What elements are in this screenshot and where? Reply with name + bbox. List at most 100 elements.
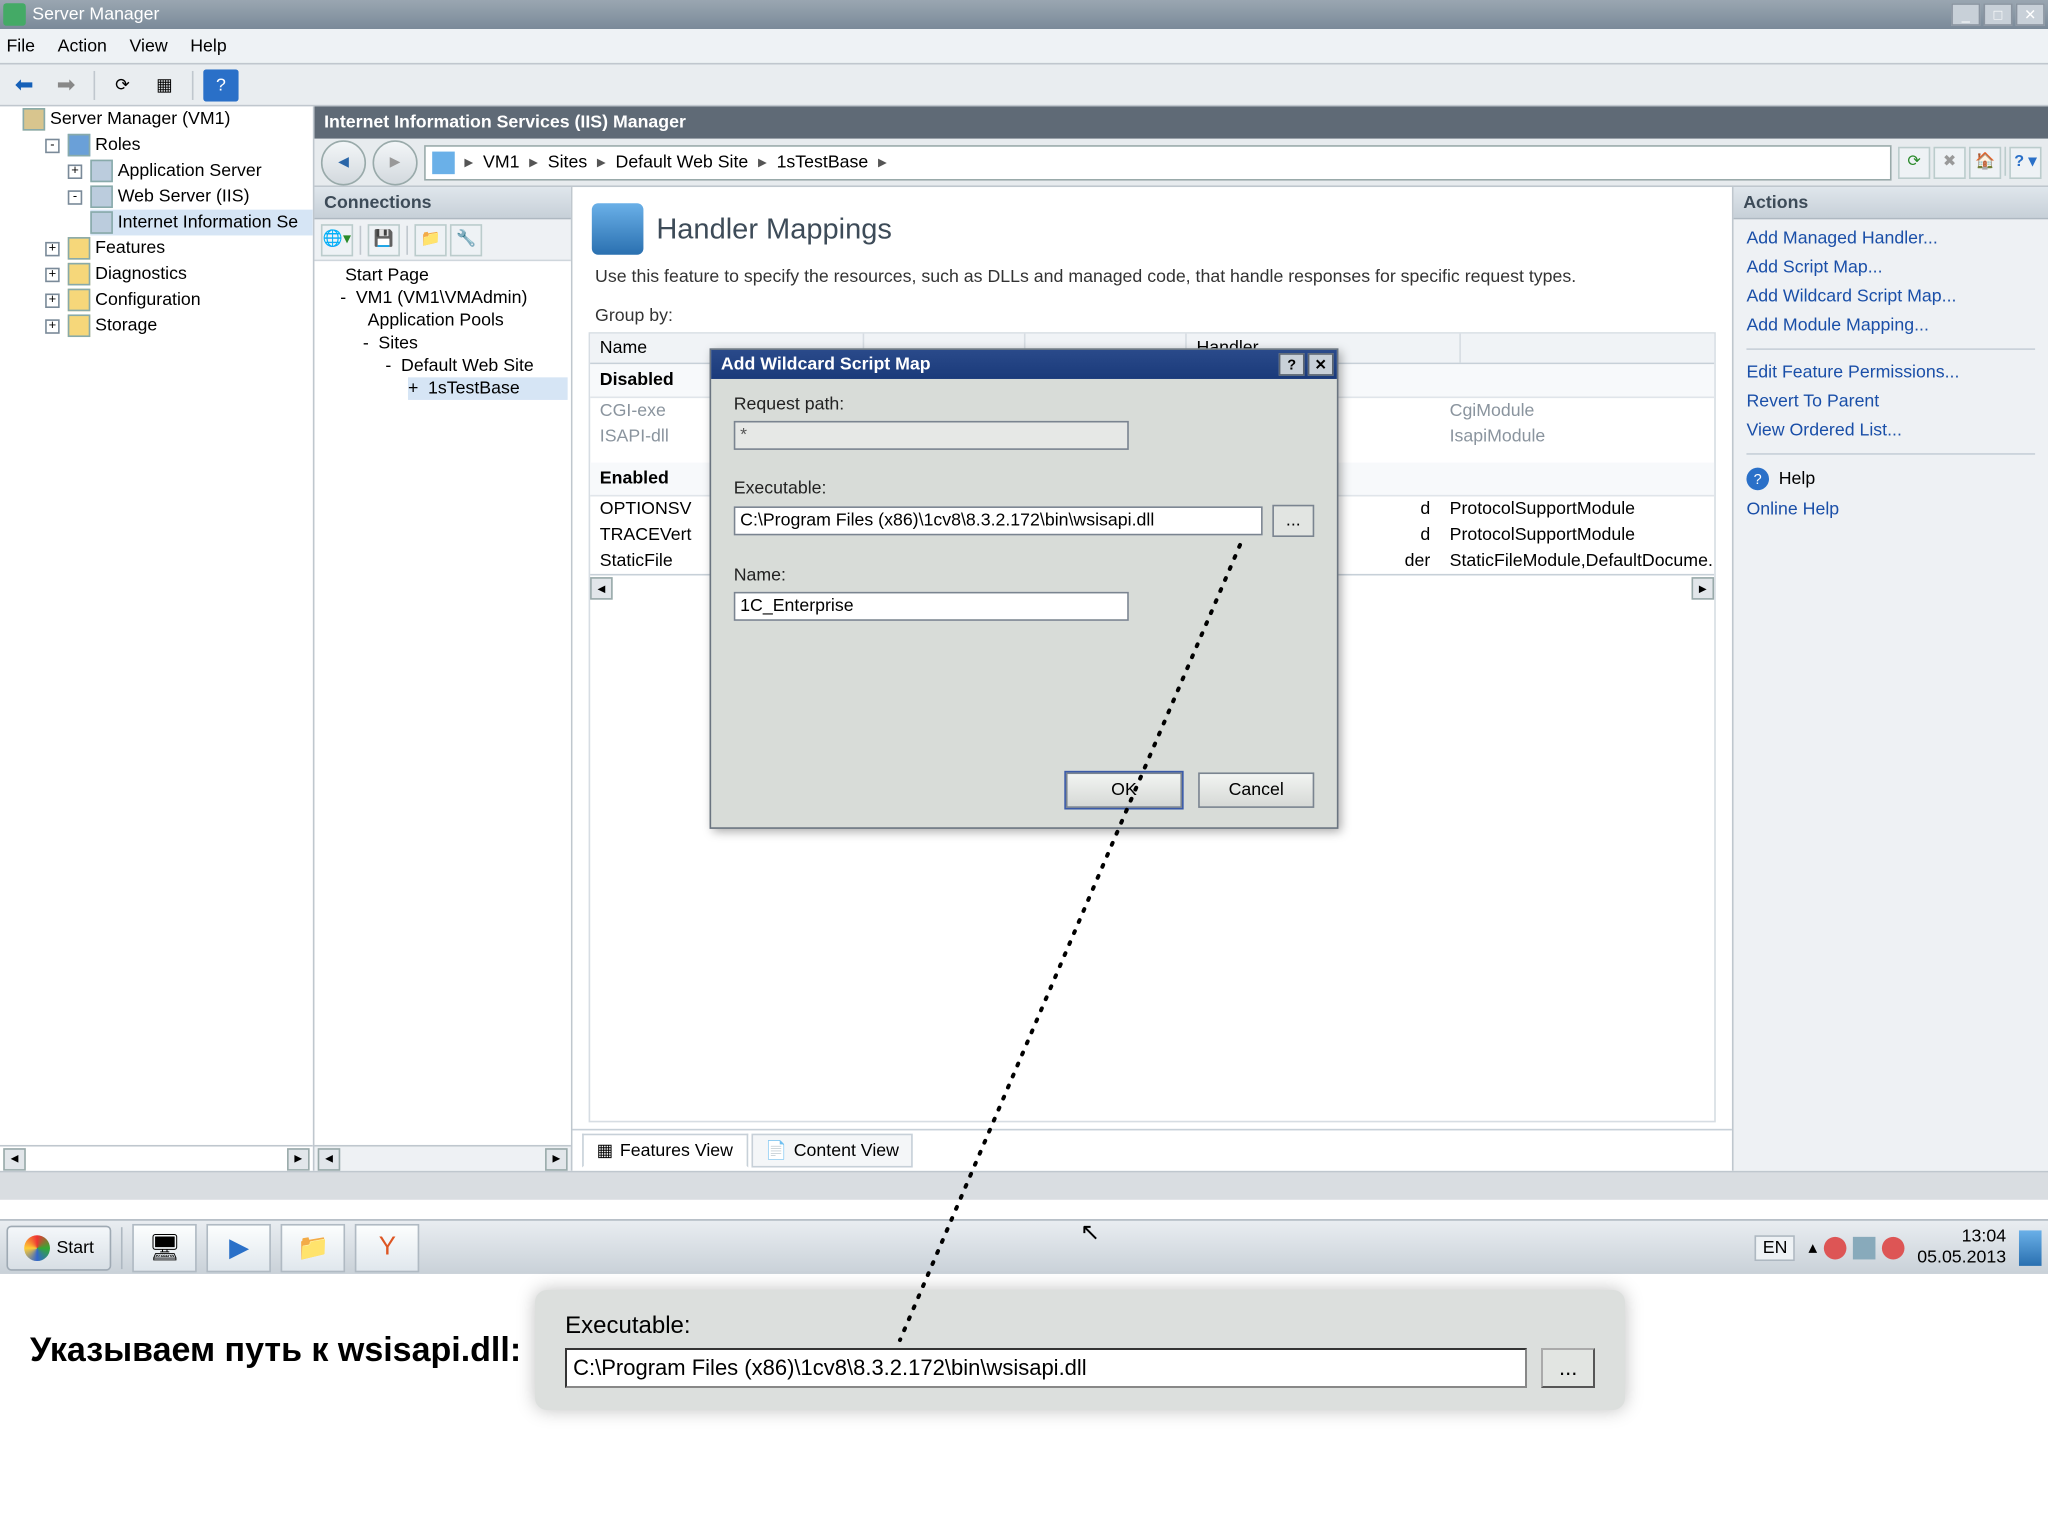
language-indicator[interactable]: EN [1755, 1234, 1796, 1260]
collapse-icon[interactable]: - [68, 189, 83, 204]
taskbar-explorer-icon[interactable]: 📁 [281, 1223, 346, 1271]
help-dropdown-icon[interactable]: ? ▾ [2009, 146, 2041, 178]
browse-button[interactable]: ... [1272, 505, 1314, 537]
collapse-icon[interactable]: - [363, 334, 369, 353]
forward-button[interactable]: ➡ [48, 69, 83, 101]
save-icon[interactable]: 💾 [368, 223, 400, 255]
properties-icon[interactable]: ▦ [147, 69, 182, 101]
name-input[interactable] [734, 592, 1129, 621]
cancel-button[interactable]: Cancel [1198, 772, 1314, 807]
stop-icon[interactable]: ✖ [1934, 146, 1966, 178]
tree-iis[interactable]: Internet Information Se [90, 210, 313, 236]
taskbar-server-manager-icon[interactable]: 🖥 [133, 1223, 198, 1271]
conn-server[interactable]: -VM1 (VM1\VMAdmin) [340, 287, 567, 310]
dialog-help-button[interactable]: ? [1279, 353, 1305, 376]
menu-file[interactable]: File [6, 36, 35, 55]
conn-sites[interactable]: -Sites [363, 332, 568, 355]
show-desktop-button[interactable] [2019, 1230, 2042, 1265]
home-icon[interactable]: 🏠 [1969, 146, 2001, 178]
action-add-module-mapping[interactable]: Add Module Mapping... [1746, 316, 2035, 335]
tree-root[interactable]: Server Manager (VM1) [23, 106, 313, 132]
toolbar: ⬅ ➡ ⟳ ▦ ? [0, 65, 2048, 107]
tray-icon[interactable] [1882, 1236, 1905, 1259]
tray-icon[interactable] [1824, 1236, 1847, 1259]
scroll-right-icon[interactable]: ► [1692, 577, 1715, 600]
expand-icon[interactable]: + [45, 318, 60, 333]
menu-view[interactable]: View [130, 36, 168, 55]
action-revert-parent[interactable]: Revert To Parent [1746, 392, 2035, 411]
tree-appserver[interactable]: +Application Server [68, 158, 313, 184]
back-button[interactable]: ⬅ [6, 69, 41, 101]
taskbar-yandex-icon[interactable]: Y [355, 1223, 420, 1271]
tree-storage[interactable]: +Storage [45, 313, 313, 339]
window-titlebar: Server Manager _ □ ✕ [0, 0, 2048, 29]
conn-defaultsite[interactable]: -Default Web Site [385, 355, 567, 378]
server-manager-tree: Server Manager (VM1) -Roles +Application… [0, 106, 314, 1170]
start-page[interactable]: Start Page [340, 264, 567, 287]
executable-input[interactable] [734, 506, 1263, 535]
action-edit-permissions[interactable]: Edit Feature Permissions... [1746, 363, 2035, 382]
expand-icon[interactable]: + [408, 379, 418, 398]
expand-icon[interactable]: + [45, 267, 60, 282]
collapse-icon[interactable]: - [45, 138, 60, 153]
expand-icon[interactable]: + [45, 241, 60, 256]
action-help[interactable]: ?Help [1746, 468, 2035, 491]
tree-diagnostics[interactable]: +Diagnostics [45, 261, 313, 287]
scroll-right-icon[interactable]: ► [287, 1147, 310, 1170]
menu-help[interactable]: Help [190, 36, 226, 55]
folder-icon[interactable]: 📁 [414, 223, 446, 255]
separator [360, 225, 362, 254]
tab-content-view[interactable]: 📄Content View [751, 1134, 914, 1168]
nav-forward-button[interactable]: ► [373, 139, 418, 184]
callout-browse-button[interactable]: ... [1541, 1348, 1595, 1388]
scroll-left-icon[interactable]: ◄ [318, 1147, 341, 1170]
connections-tree: Start Page -VM1 (VM1\VMAdmin) Applicatio… [314, 261, 570, 1145]
action-add-script-map[interactable]: Add Script Map... [1746, 258, 2035, 277]
connections-toolbar: 🌐▾ 💾 📁 🔧 [314, 219, 570, 261]
tree-webserver[interactable]: -Web Server (IIS) [68, 184, 313, 210]
conn-hscroll[interactable]: ◄ ► [314, 1145, 570, 1171]
action-add-managed-handler[interactable]: Add Managed Handler... [1746, 229, 2035, 248]
scroll-right-icon[interactable]: ► [545, 1147, 568, 1170]
scroll-left-icon[interactable]: ◄ [590, 577, 613, 600]
settings-icon[interactable]: 🔧 [450, 223, 482, 255]
start-button[interactable]: Start [6, 1225, 111, 1270]
minimize-button[interactable]: _ [1951, 3, 1980, 26]
refresh-icon[interactable]: ⟳ [105, 69, 140, 101]
action-view-ordered[interactable]: View Ordered List... [1746, 421, 2035, 440]
dialog-close-button[interactable]: ✕ [1308, 353, 1334, 376]
close-button[interactable]: ✕ [2016, 3, 2045, 26]
expand-icon[interactable]: + [68, 164, 83, 179]
breadcrumb[interactable]: ▸ VM1▸ Sites▸ Default Web Site▸ 1sTestBa… [424, 144, 1891, 179]
cursor-icon: ↖ [1080, 1218, 1100, 1247]
nav-back-button[interactable]: ◄ [321, 139, 366, 184]
clock[interactable]: 13:04 05.05.2013 [1917, 1228, 2006, 1267]
menu-action[interactable]: Action [58, 36, 107, 55]
refresh-icon[interactable]: ⟳ [1898, 146, 1930, 178]
connect-icon[interactable]: 🌐▾ [321, 223, 353, 255]
expand-icon[interactable]: + [45, 293, 60, 308]
callout-exec-input[interactable] [565, 1348, 1527, 1388]
tree-features[interactable]: +Features [45, 235, 313, 261]
chevron-up-icon[interactable]: ▴ [1808, 1237, 1817, 1258]
features-tab-icon: ▦ [597, 1140, 614, 1161]
taskbar: Start 🖥 ▶ 📁 Y EN ▴ 13:04 05.05.2013 [0, 1219, 2048, 1274]
callout-exec-label: Executable: [565, 1312, 1595, 1340]
conn-apppools[interactable]: Application Pools [363, 310, 568, 333]
request-path-input [734, 421, 1129, 450]
taskbar-powershell-icon[interactable]: ▶ [207, 1223, 272, 1271]
action-add-wildcard-script-map[interactable]: Add Wildcard Script Map... [1746, 287, 2035, 306]
conn-testbase[interactable]: +1sTestBase [408, 377, 568, 400]
tree-configuration[interactable]: +Configuration [45, 287, 313, 313]
collapse-icon[interactable]: - [340, 289, 346, 308]
collapse-icon[interactable]: - [385, 356, 391, 375]
tray-icon[interactable] [1853, 1236, 1876, 1259]
help-icon[interactable]: ? [203, 69, 238, 101]
scroll-left-icon[interactable]: ◄ [3, 1147, 26, 1170]
action-online-help[interactable]: Online Help [1746, 500, 2035, 519]
tab-features-view[interactable]: ▦Features View [582, 1134, 747, 1168]
ok-button[interactable]: OK [1066, 772, 1182, 807]
tree-hscroll[interactable]: ◄ ► [0, 1145, 313, 1171]
maximize-button[interactable]: □ [1983, 3, 2012, 26]
tree-roles[interactable]: -Roles [45, 132, 313, 158]
